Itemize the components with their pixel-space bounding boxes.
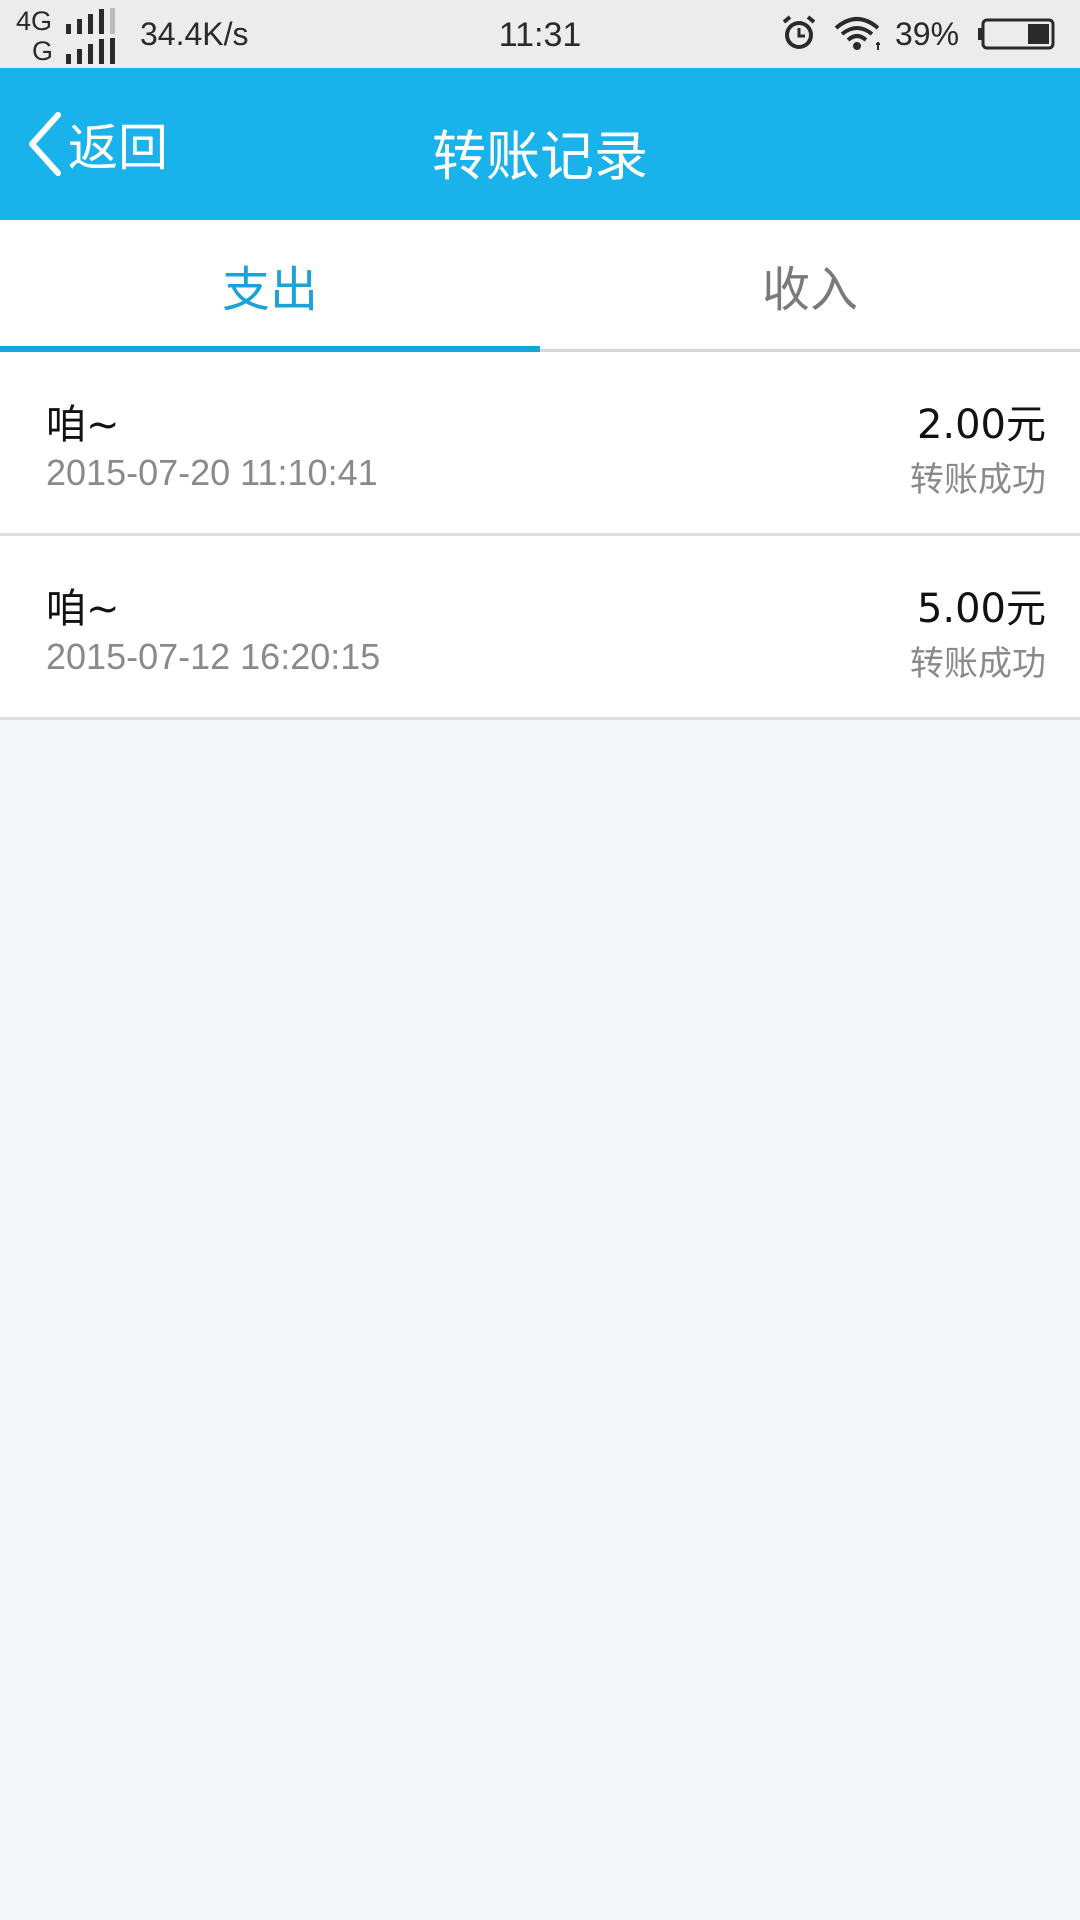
battery-percent: 39% xyxy=(895,16,960,52)
wifi-icon xyxy=(834,17,880,50)
page-title: 转账记录 xyxy=(432,125,648,188)
transaction-name: 咱~ xyxy=(46,402,120,448)
transaction-status: 转账成功 xyxy=(910,644,1046,684)
nav-bar: 返回 转账记录 xyxy=(0,68,1080,220)
transaction-amount: 5.00元 xyxy=(916,586,1046,632)
transaction-name: 咱~ xyxy=(46,586,120,632)
alarm-icon xyxy=(782,15,816,49)
transaction-status: 转账成功 xyxy=(910,460,1046,500)
transaction-time: 2015-07-12 16:20:15 xyxy=(46,636,381,677)
transaction-time: 2015-07-20 11:10:41 xyxy=(46,452,378,493)
transaction-amount: 2.00元 xyxy=(916,402,1046,448)
tab-income[interactable]: 收入 xyxy=(540,220,1080,349)
transaction-list: 咱~ 2015-07-20 11:10:41 2.00元 转账成功 咱~ 201… xyxy=(0,352,1080,720)
transaction-row[interactable]: 咱~ 2015-07-20 11:10:41 2.00元 转账成功 xyxy=(0,352,1080,536)
tab-bar: 支出 收入 xyxy=(0,220,1080,352)
battery-icon xyxy=(978,18,1055,50)
tab-expense[interactable]: 支出 xyxy=(0,220,540,352)
status-bar: 4G G 34.4K/s 11:31 39% xyxy=(0,0,1080,68)
transaction-row[interactable]: 咱~ 2015-07-12 16:20:15 5.00元 转账成功 xyxy=(0,536,1080,720)
